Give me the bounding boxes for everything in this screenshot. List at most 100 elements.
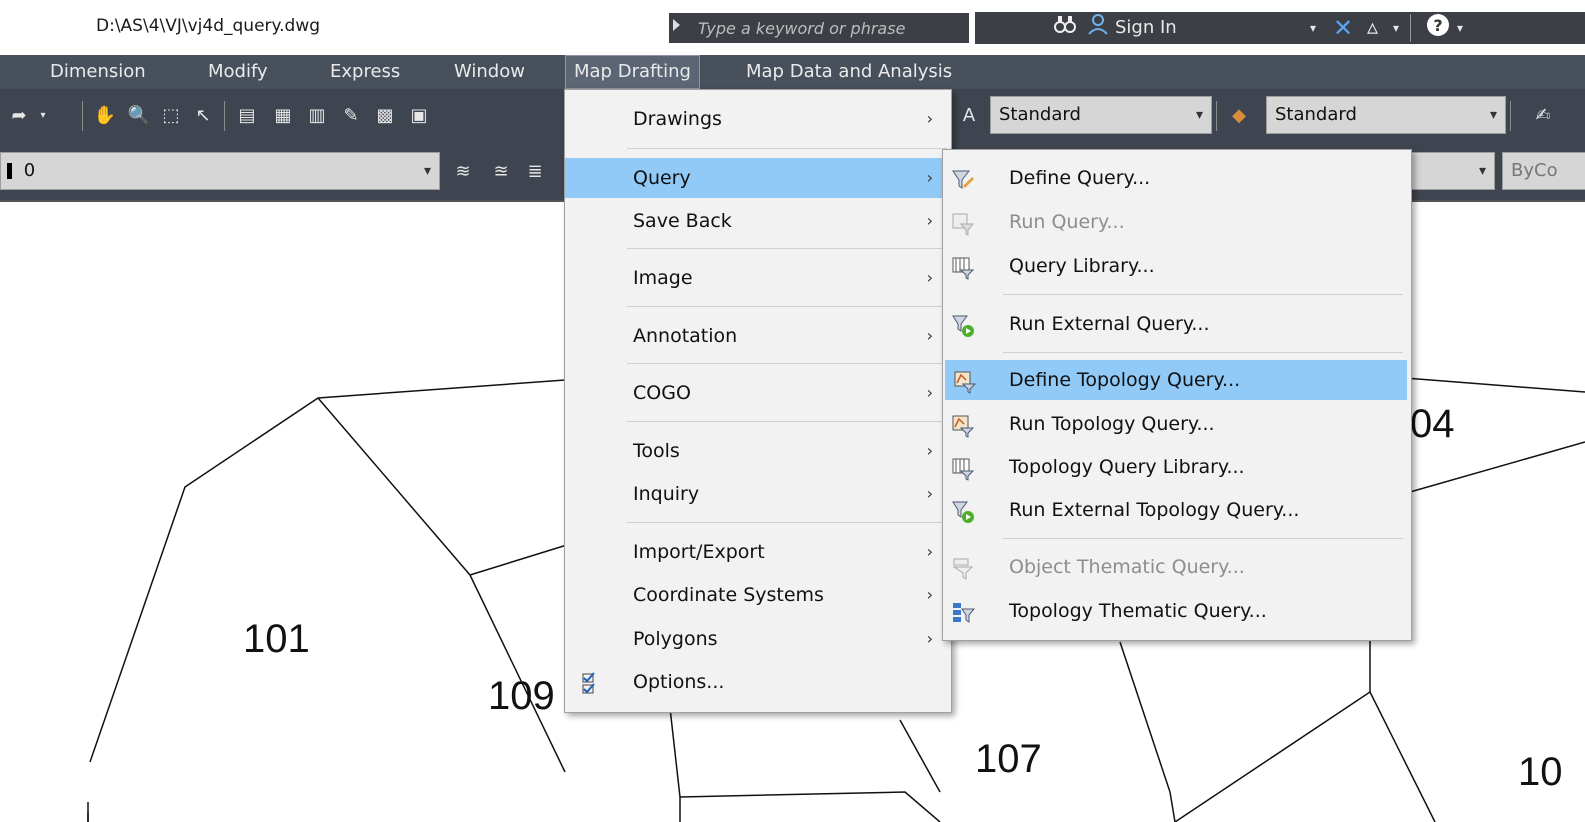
- user-icon[interactable]: [1087, 12, 1109, 44]
- menu-item-inquiry[interactable]: Inquiry ›: [565, 474, 951, 514]
- help-icon[interactable]: ?: [1425, 12, 1451, 44]
- menu-item-annotation[interactable]: Annotation ›: [565, 316, 951, 356]
- menu-express[interactable]: Express: [322, 55, 408, 89]
- submenu-item-define-query[interactable]: Define Query...: [943, 158, 1411, 198]
- submenu-item-query-library[interactable]: Query Library...: [943, 246, 1411, 286]
- app-dropdown-icon[interactable]: ▾: [1393, 12, 1399, 44]
- menu-item-save-back[interactable]: Save Back ›: [565, 201, 951, 241]
- header-toolbar: Sign In ▾ ✕ ▵ ▾ ? ▾: [975, 12, 1585, 44]
- autodesk-app-icon[interactable]: ▵: [1367, 12, 1378, 44]
- menu-map-data-analysis[interactable]: Map Data and Analysis: [738, 55, 960, 89]
- svg-text:?: ?: [1433, 16, 1442, 35]
- menu-separator: [627, 148, 947, 149]
- make-current-layer-icon[interactable]: ≋: [450, 159, 476, 185]
- menu-item-label: Run Topology Query...: [1009, 413, 1215, 435]
- sign-in-dropdown-icon[interactable]: ▾: [1310, 12, 1316, 44]
- menu-item-label: Run Query...: [1009, 211, 1125, 233]
- menu-window[interactable]: Window: [446, 55, 533, 89]
- menu-dimension[interactable]: Dimension: [42, 55, 154, 89]
- chevron-down-icon: ▾: [1195, 107, 1203, 123]
- menu-item-label: Topology Query Library...: [1009, 456, 1245, 478]
- zoom-realtime-icon[interactable]: 🔍: [126, 103, 152, 129]
- define-query-icon: [951, 166, 975, 190]
- menu-item-polygons[interactable]: Polygons ›: [565, 619, 951, 659]
- chevron-right-icon: ›: [926, 542, 933, 561]
- submenu-item-run-query[interactable]: Run Query...: [943, 202, 1411, 242]
- tool-palettes-icon[interactable]: ▥: [304, 103, 330, 129]
- submenu-item-object-thematic-query[interactable]: Object Thematic Query...: [943, 547, 1411, 587]
- chevron-right-icon: ›: [926, 211, 933, 230]
- chevron-down-icon: ▾: [1478, 163, 1486, 179]
- layer-combo[interactable]: 0 ▾: [0, 152, 440, 190]
- menu-item-label: Tools: [633, 440, 680, 462]
- run-external-topology-query-icon: [951, 498, 975, 523]
- menu-modify[interactable]: Modify: [200, 55, 276, 89]
- toolbar-separator: [82, 101, 83, 131]
- layer-states-icon[interactable]: ≣: [522, 159, 548, 185]
- submenu-item-run-topology-query[interactable]: Run Topology Query...: [943, 404, 1411, 444]
- binoculars-icon[interactable]: [1053, 12, 1077, 44]
- text-style-combo[interactable]: Standard ▾: [990, 96, 1212, 134]
- sign-in-button[interactable]: Sign In: [1115, 12, 1177, 44]
- text-style-icon[interactable]: A: [956, 103, 982, 129]
- menu-item-options[interactable]: Options...: [565, 662, 951, 702]
- markup-icon[interactable]: ✎: [338, 103, 364, 129]
- search-input[interactable]: [694, 14, 966, 42]
- submenu-item-topology-thematic-query[interactable]: Topology Thematic Query...: [943, 591, 1411, 631]
- menu-item-tools[interactable]: Tools ›: [565, 431, 951, 471]
- menu-item-label: Define Query...: [1009, 167, 1151, 189]
- submenu-item-run-external-topology-query[interactable]: Run External Topology Query...: [943, 490, 1411, 530]
- color-combo[interactable]: ByCo: [1502, 152, 1585, 190]
- menu-separator: [627, 522, 947, 523]
- submenu-item-define-topology-query[interactable]: Define Topology Query...: [945, 360, 1407, 400]
- dim-style-combo[interactable]: Standard ▾: [1266, 96, 1506, 134]
- table-style-icon[interactable]: ✍: [1530, 103, 1556, 129]
- redo-icon[interactable]: ➦: [6, 103, 32, 129]
- layer-previous-icon[interactable]: ≊: [488, 159, 514, 185]
- text-style-value: Standard: [999, 104, 1081, 125]
- menu-item-import-export[interactable]: Import/Export ›: [565, 532, 951, 572]
- calculator-icon[interactable]: ▣: [406, 103, 432, 129]
- menu-item-label: Save Back: [633, 210, 732, 232]
- menu-map-drafting[interactable]: Map Drafting: [565, 55, 700, 89]
- parcel-label: 107: [975, 737, 1042, 781]
- run-query-icon: [951, 210, 975, 236]
- chevron-right-icon: ›: [926, 326, 933, 345]
- properties-icon[interactable]: ▤: [234, 103, 260, 129]
- help-dropdown-icon[interactable]: ▾: [1457, 12, 1463, 44]
- menu-item-cogo[interactable]: COGO ›: [565, 373, 951, 413]
- topology-thematic-query-icon: [951, 599, 976, 623]
- menu-item-label: Run External Query...: [1009, 313, 1210, 335]
- chevron-right-icon: ›: [926, 168, 933, 187]
- chevron-right-icon: ›: [926, 484, 933, 503]
- submenu-item-run-external-query[interactable]: Run External Query...: [943, 304, 1411, 344]
- exchange-x-icon[interactable]: ✕: [1333, 12, 1353, 44]
- dim-style-icon[interactable]: ◆: [1226, 103, 1252, 129]
- menu-item-image[interactable]: Image ›: [565, 258, 951, 298]
- menu-bar: Dimension Modify Express Window Map Draf…: [0, 55, 1585, 89]
- menu-item-label: Topology Thematic Query...: [1009, 600, 1267, 622]
- submenu-item-topology-query-library[interactable]: Topology Query Library...: [943, 447, 1411, 487]
- menu-item-label: COGO: [633, 382, 691, 404]
- redo-dropdown-icon[interactable]: ▾: [30, 103, 56, 129]
- toolbar-separator: [224, 101, 225, 131]
- chevron-right-icon: ›: [926, 585, 933, 604]
- menu-item-drawings[interactable]: Drawings ›: [565, 99, 951, 139]
- chevron-right-icon: ›: [926, 441, 933, 460]
- menu-item-query[interactable]: Query ›: [565, 158, 951, 198]
- menu-item-label: Polygons: [633, 628, 718, 650]
- sheet-set-icon[interactable]: ▩: [372, 103, 398, 129]
- zoom-window-icon[interactable]: ⬚: [158, 103, 184, 129]
- run-external-query-icon: [951, 312, 975, 337]
- zoom-previous-icon[interactable]: ↖: [190, 103, 216, 129]
- chevron-right-icon: ›: [926, 109, 933, 128]
- object-thematic-query-icon: [951, 555, 975, 580]
- chevron-right-icon: ›: [926, 383, 933, 402]
- menu-item-coordinate-systems[interactable]: Coordinate Systems ›: [565, 575, 951, 615]
- menu-separator: [627, 363, 947, 364]
- menu-item-label: Image: [633, 267, 693, 289]
- search-expand-icon[interactable]: [673, 19, 680, 31]
- menu-item-label: Query Library...: [1009, 255, 1155, 277]
- pan-hand-icon[interactable]: ✋: [92, 103, 118, 129]
- design-center-icon[interactable]: ▦: [270, 103, 296, 129]
